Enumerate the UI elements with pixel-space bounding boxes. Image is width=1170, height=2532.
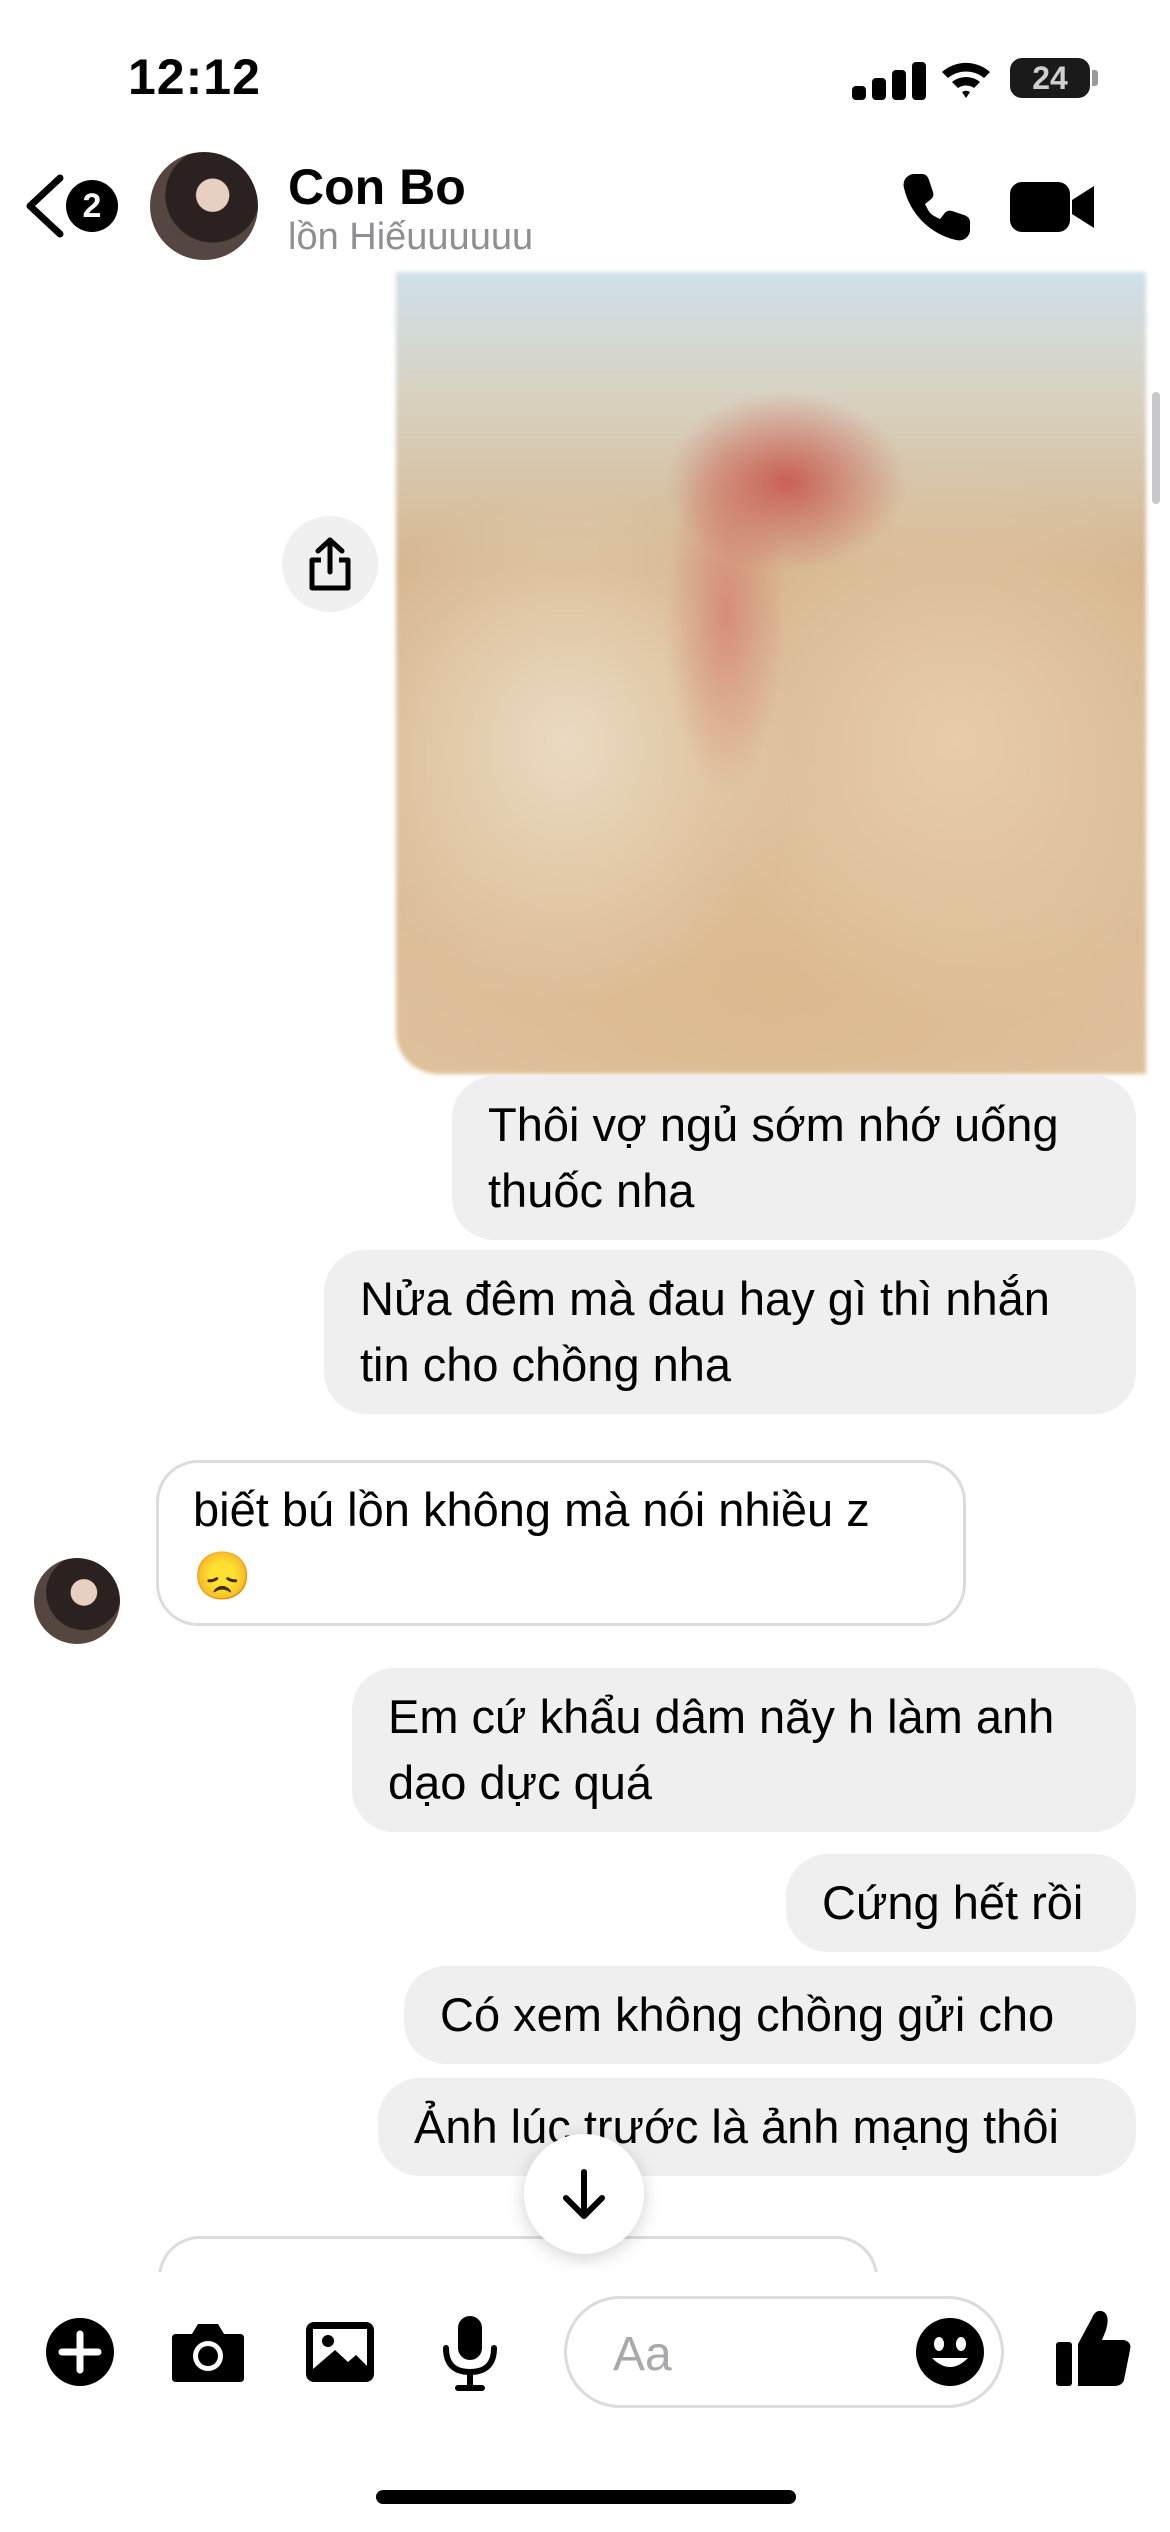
shared-photo[interactable] xyxy=(396,272,1146,1074)
plus-icon[interactable] xyxy=(40,2312,120,2392)
gallery-icon[interactable] xyxy=(300,2312,380,2392)
camera-icon[interactable] xyxy=(168,2312,248,2392)
message-bubble-out[interactable]: Em cứ khẩu dâm nãy h làm anh dạo dực quá xyxy=(352,1668,1136,1832)
message-input-placeholder: Aa xyxy=(613,2328,672,2381)
microphone-icon[interactable] xyxy=(430,2312,510,2392)
message-bubble-out[interactable]: Thôi vợ ngủ sớm nhớ uống thuốc nha xyxy=(452,1076,1136,1240)
unread-badge[interactable]: 2 xyxy=(66,180,118,232)
contact-avatar[interactable] xyxy=(150,152,258,260)
message-bubble-out[interactable]: Có xem không chồng gửi cho xyxy=(404,1966,1136,2064)
contact-subtitle: lồn Hiếuuuuuu xyxy=(288,216,534,258)
message-text: biết bú lồn không mà nói nhiều z xyxy=(193,1483,870,1536)
share-icon xyxy=(309,537,351,591)
status-time: 12:12 xyxy=(128,49,261,105)
scroll-to-bottom-button[interactable] xyxy=(524,2134,644,2254)
cellular-signal-icon xyxy=(852,62,926,100)
battery-indicator: 24 xyxy=(1010,58,1090,98)
video-camera-icon[interactable] xyxy=(1010,178,1096,236)
scroll-down-arrow-icon xyxy=(563,2169,605,2219)
contact-name[interactable]: Con Bo xyxy=(288,158,466,216)
wifi-icon xyxy=(942,62,990,98)
share-button[interactable] xyxy=(282,516,378,612)
sad-face-emoji: 😞 xyxy=(193,1549,252,1602)
message-bubble-out[interactable]: Ảnh lúc trước là ảnh mạng thôi xyxy=(378,2078,1136,2176)
scrollbar[interactable] xyxy=(1152,392,1160,504)
home-indicator[interactable] xyxy=(376,2490,796,2504)
emoji-icon[interactable] xyxy=(912,2314,988,2390)
thumbs-up-icon[interactable] xyxy=(1054,2304,1134,2390)
battery-tip xyxy=(1092,70,1098,86)
back-chevron-icon[interactable] xyxy=(22,174,68,238)
phone-icon[interactable] xyxy=(900,170,974,244)
message-bubble-in[interactable]: biết bú lồn không mà nói nhiều z 😞 xyxy=(156,1460,966,1626)
message-bubble-out[interactable]: Nửa đêm mà đau hay gì thì nhắn tin cho c… xyxy=(324,1250,1136,1414)
sender-avatar[interactable] xyxy=(34,1558,120,1644)
message-bubble-out[interactable]: Cứng hết rồi xyxy=(786,1854,1136,1952)
